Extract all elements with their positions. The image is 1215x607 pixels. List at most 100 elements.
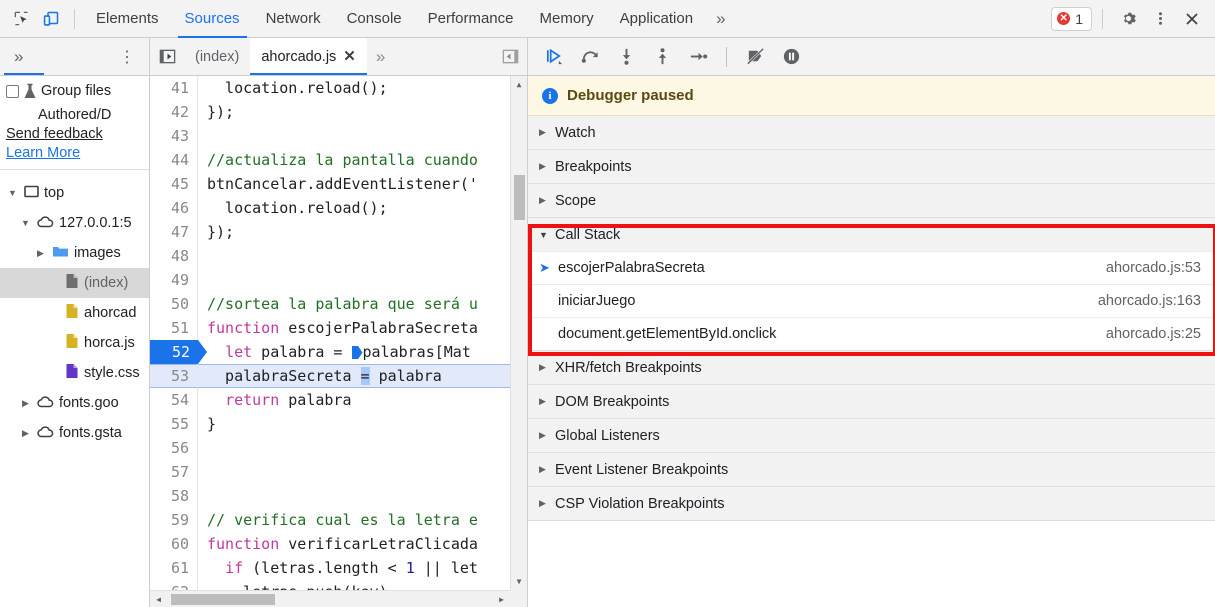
code-line[interactable]: 58	[150, 484, 510, 508]
code-line[interactable]: 46 location.reload();	[150, 196, 510, 220]
pause-on-exceptions-icon[interactable]	[775, 43, 807, 71]
gear-icon[interactable]	[1113, 4, 1143, 34]
step-over-next-function-call-icon[interactable]	[574, 43, 606, 71]
resume-script-execution-icon[interactable]	[538, 43, 570, 71]
scroll-left-icon[interactable]: ◀	[150, 591, 167, 607]
editor-vertical-scrollbar[interactable]: ▲ ▼	[510, 76, 527, 590]
code-line[interactable]: 44 //actualiza la pantalla cuando	[150, 148, 510, 172]
line-number[interactable]: 58	[150, 484, 198, 508]
tab-network[interactable]: Network	[253, 0, 334, 38]
line-number[interactable]: 61	[150, 556, 198, 580]
code-line[interactable]: 41 location.reload();	[150, 76, 510, 100]
code-line[interactable]: 53 palabraSecreta = palabra	[150, 364, 510, 388]
code-line[interactable]: 54 return palabra	[150, 388, 510, 412]
step-out-of-current-function-icon[interactable]	[646, 43, 678, 71]
tab-application[interactable]: Application	[607, 0, 706, 38]
tree-item-top[interactable]: ▼ top	[0, 178, 149, 208]
line-number[interactable]: 48	[150, 244, 198, 268]
tree-item-fonts-gstatic[interactable]: ▶ fonts.gsta	[0, 418, 149, 448]
scroll-up-icon[interactable]: ▲	[511, 76, 527, 93]
step-icon[interactable]	[682, 43, 714, 71]
code-line[interactable]: 59 // verifica cual es la letra e	[150, 508, 510, 532]
chevron-right-icon[interactable]: ▶	[539, 464, 548, 475]
error-count-badge[interactable]: ✕ 1	[1051, 6, 1092, 31]
chevron-right-icon[interactable]: ▶	[539, 195, 548, 206]
section-header-csp-violation-breakpoints[interactable]: ▶ CSP Violation Breakpoints	[528, 487, 1215, 520]
code-line[interactable]: 62 letras.push(key)	[150, 580, 510, 590]
line-number[interactable]: 60	[150, 532, 198, 556]
tab-sources[interactable]: Sources	[172, 0, 253, 38]
code-line[interactable]: 61 if (letras.length < 1 || let	[150, 556, 510, 580]
code-line[interactable]: 49	[150, 268, 510, 292]
twisty-icon[interactable]: ▼	[19, 218, 32, 228]
section-header-scope[interactable]: ▶ Scope	[528, 184, 1215, 217]
line-number[interactable]: 43	[150, 124, 198, 148]
tree-item-style-css[interactable]: style.css	[0, 358, 149, 388]
chevron-down-icon[interactable]: ▼	[539, 230, 548, 240]
tree-item-fonts-googleapis[interactable]: ▶ fonts.goo	[0, 388, 149, 418]
line-number[interactable]: 53	[150, 364, 198, 388]
editor-tab-ahorcado-js[interactable]: ahorcado.js ✕	[250, 38, 367, 75]
line-number[interactable]: 51	[150, 316, 198, 340]
line-number[interactable]: 62	[150, 580, 198, 590]
code-line[interactable]: 57	[150, 460, 510, 484]
vertical-scroll-thumb[interactable]	[514, 175, 525, 220]
twisty-icon[interactable]: ▼	[6, 188, 19, 198]
twisty-icon[interactable]: ▶	[19, 398, 32, 409]
more-tabs-icon[interactable]: »	[367, 38, 394, 75]
tree-item-horca-js[interactable]: horca.js	[0, 328, 149, 358]
call-stack-row[interactable]: document.getElementById.onclick ahorcado…	[528, 317, 1215, 350]
deactivate-breakpoints-icon[interactable]	[739, 43, 771, 71]
editor-horizontal-scrollbar[interactable]: ◀ ▶	[150, 590, 510, 607]
code-line[interactable]: 56	[150, 436, 510, 460]
step-into-next-function-call-icon[interactable]	[610, 43, 642, 71]
code-line[interactable]: 48	[150, 244, 510, 268]
navigator-more-icon[interactable]: »	[4, 47, 33, 67]
close-icon[interactable]: ✕	[343, 49, 356, 64]
chevron-right-icon[interactable]: ▶	[539, 430, 548, 441]
tab-elements[interactable]: Elements	[83, 0, 172, 38]
section-header-xhr-fetch-breakpoints[interactable]: ▶ XHR/fetch Breakpoints	[528, 351, 1215, 384]
code-line[interactable]: 42});	[150, 100, 510, 124]
tab-memory[interactable]: Memory	[527, 0, 607, 38]
line-number[interactable]: 54	[150, 388, 198, 412]
code-line[interactable]: 47});	[150, 220, 510, 244]
section-header-global-listeners[interactable]: ▶ Global Listeners	[528, 419, 1215, 452]
scroll-down-icon[interactable]: ▼	[511, 573, 527, 590]
tab-console[interactable]: Console	[334, 0, 415, 38]
section-header-call-stack[interactable]: ▼ Call Stack	[528, 218, 1215, 251]
code-line[interactable]: 43	[150, 124, 510, 148]
inspect-element-icon[interactable]	[6, 4, 36, 34]
line-number[interactable]: 55	[150, 412, 198, 436]
code-line[interactable]: 51 function escojerPalabraSecreta	[150, 316, 510, 340]
tree-item-images[interactable]: ▶ images	[0, 238, 149, 268]
editor-tab-index[interactable]: (index)	[184, 38, 250, 75]
more-vertical-icon[interactable]	[1145, 4, 1175, 34]
line-number[interactable]: 49	[150, 268, 198, 292]
close-icon[interactable]	[1177, 4, 1207, 34]
show-debugger-button[interactable]	[493, 38, 527, 75]
line-number[interactable]: 59	[150, 508, 198, 532]
code-content-area[interactable]: 41 location.reload(); 42}); 43 44//actualiz…	[150, 76, 527, 607]
tree-item-ahorcado-js[interactable]: ahorcad	[0, 298, 149, 328]
line-number[interactable]: 56	[150, 436, 198, 460]
tab-performance[interactable]: Performance	[415, 0, 527, 38]
section-header-breakpoints[interactable]: ▶ Breakpoints	[528, 150, 1215, 183]
line-number[interactable]: 45	[150, 172, 198, 196]
code-line[interactable]: 52 let palabra = palabras[Mat	[150, 340, 510, 364]
tree-item-index[interactable]: (index)	[0, 268, 149, 298]
device-toolbar-icon[interactable]	[36, 4, 66, 34]
twisty-icon[interactable]: ▶	[34, 248, 47, 259]
code-line[interactable]: 60 function verificarLetraClicada	[150, 532, 510, 556]
scroll-right-icon[interactable]: ▶	[493, 591, 510, 607]
send-feedback-link[interactable]: Send feedback	[6, 125, 145, 144]
horizontal-scroll-thumb[interactable]	[171, 594, 275, 605]
chevron-right-icon[interactable]: ▶	[539, 161, 548, 172]
more-panels-icon[interactable]: »	[706, 0, 735, 38]
code-line[interactable]: 55}	[150, 412, 510, 436]
line-number[interactable]: 57	[150, 460, 198, 484]
section-header-watch[interactable]: ▶ Watch	[528, 116, 1215, 149]
chevron-right-icon[interactable]: ▶	[539, 396, 548, 407]
learn-more-link[interactable]: Learn More	[6, 144, 145, 163]
chevron-right-icon[interactable]: ▶	[539, 498, 548, 509]
